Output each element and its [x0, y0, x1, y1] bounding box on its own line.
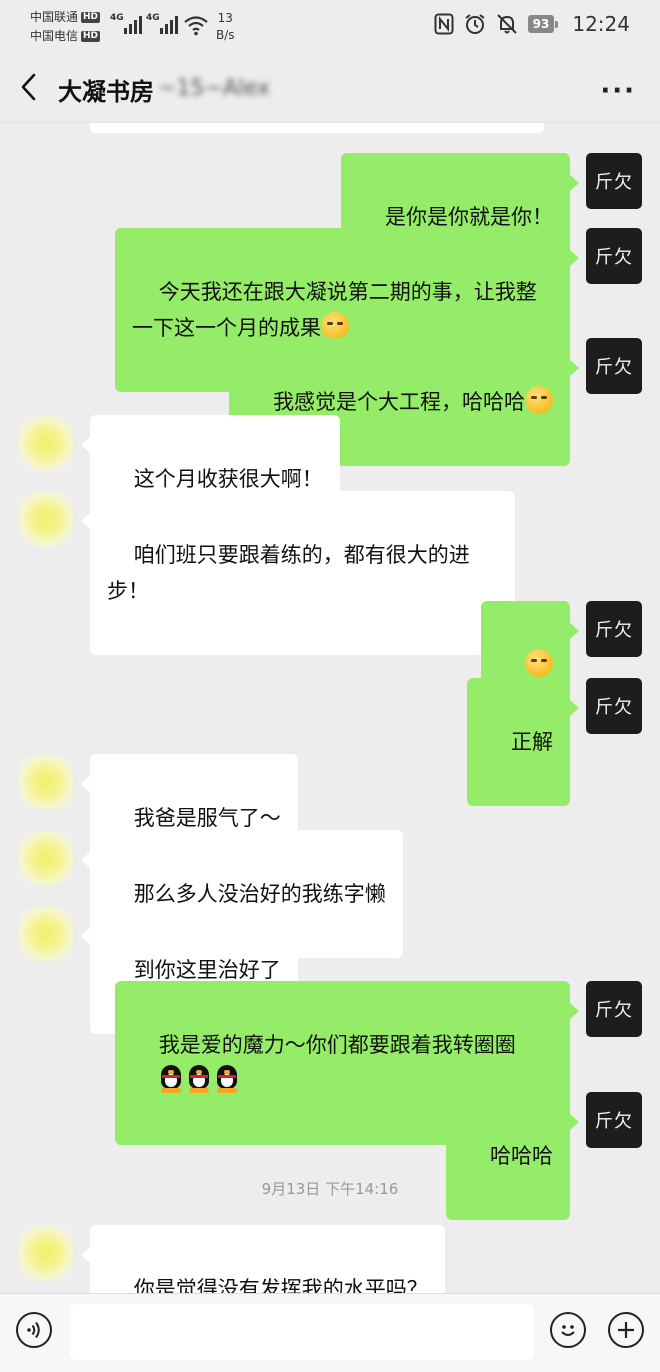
net-speed: 13 B/s — [216, 10, 235, 44]
emoji-button[interactable] — [550, 1312, 586, 1348]
signal-bars-1-icon — [124, 14, 142, 34]
net-speed-unit: B/s — [216, 28, 235, 42]
voice-icon — [27, 1321, 40, 1339]
penguin-icon — [159, 1065, 183, 1093]
message-input[interactable] — [70, 1304, 534, 1360]
battery-level: 93 — [527, 15, 559, 33]
back-arrow-icon[interactable] — [18, 72, 40, 102]
message-text: 咱们班只要跟着练的，都有很大的进步！ — [107, 543, 470, 603]
my-avatar[interactable]: 斤欠 — [586, 981, 642, 1037]
my-avatar-text: 斤欠 — [595, 247, 633, 268]
nfc-icon — [434, 13, 454, 35]
smirk-face-icon — [525, 649, 553, 677]
message-list[interactable]: 是你是你就是你！ 斤欠 今天我还在跟大凝说第二期的事，让我整一下这一个月的成果 … — [0, 123, 660, 1293]
message-bubble-sent[interactable]: 正解 — [467, 678, 579, 806]
my-avatar[interactable]: 斤欠 — [586, 153, 642, 209]
net-speed-value: 13 — [217, 11, 233, 25]
my-avatar-text: 斤欠 — [595, 697, 633, 718]
clock: 12:24 — [572, 12, 630, 36]
mute-bell-icon — [496, 14, 517, 34]
hd-badge-1: HD — [81, 12, 101, 23]
my-avatar-text: 斤欠 — [595, 620, 633, 641]
contact-avatar-blurred[interactable] — [18, 754, 74, 810]
message-text: 我感觉是个大工程，哈哈哈 — [273, 390, 525, 414]
hd-badge-2: HD — [81, 31, 101, 42]
my-avatar[interactable]: 斤欠 — [586, 338, 642, 394]
add-more-button[interactable] — [608, 1312, 644, 1348]
thinking-face-icon — [321, 312, 349, 340]
penguin-icon — [215, 1065, 239, 1093]
contact-avatar-blurred[interactable] — [18, 906, 74, 962]
message-bubble-received[interactable]: 你是觉得没有发挥我的水平吗？ — [81, 1225, 445, 1293]
contact-avatar-blurred[interactable] — [18, 830, 74, 886]
status-right: 93 12:24 — [434, 12, 630, 36]
my-avatar-text: 斤欠 — [595, 1111, 633, 1132]
my-avatar-text: 斤欠 — [595, 357, 633, 378]
message-text: 哈哈哈 — [490, 1144, 553, 1168]
contact-avatar-blurred[interactable] — [18, 415, 74, 471]
signal-bars-2-icon — [160, 14, 178, 34]
plus-icon — [618, 1322, 634, 1338]
more-options-button[interactable]: ··· — [600, 76, 636, 106]
message-text: 这个月收获很大啊！ — [133, 467, 323, 491]
alarm-icon — [465, 14, 485, 34]
message-text: 我爸是服气了～ — [133, 806, 281, 830]
carrier-1: 中国联通 — [30, 10, 79, 24]
message-text: 你是觉得没有发挥我的水平吗？ — [133, 1277, 428, 1293]
message-text: 到你这里治好了 — [133, 958, 281, 982]
message-text: 正解 — [511, 730, 553, 754]
contact-avatar-blurred[interactable] — [18, 491, 74, 547]
chat-header: 大凝书房 ~15~Alex ··· — [0, 52, 660, 123]
input-bar — [0, 1293, 660, 1372]
message-text: 我是爱的魔力～你们都要跟着我转圈圈 — [158, 1033, 516, 1057]
laughing-tears-face-icon — [525, 386, 553, 414]
chat-title: 大凝书房 — [58, 78, 154, 106]
chat-title-suffix-blurred: ~15~Alex — [158, 76, 271, 101]
partial-message-bubble — [90, 123, 544, 133]
message-text: 是你是你就是你！ — [385, 205, 553, 229]
message-bubble-received[interactable]: 咱们班只要跟着练的，都有很大的进步！ — [81, 491, 515, 655]
my-avatar[interactable]: 斤欠 — [586, 601, 642, 657]
message-text: 那么多人没治好的我练字懒 — [133, 882, 386, 906]
message-timestamp: 9月13日 下午14:16 — [261, 1180, 399, 1198]
penguin-icon — [187, 1065, 211, 1093]
carrier-info: 中国联通 HD 中国电信 HD — [30, 8, 101, 46]
my-avatar[interactable]: 斤欠 — [586, 228, 642, 284]
my-avatar-text: 斤欠 — [595, 1000, 633, 1021]
carrier-2: 中国电信 — [30, 29, 79, 43]
my-avatar[interactable]: 斤欠 — [586, 678, 642, 734]
status-bar: 中国联通 HD 中国电信 HD 4G 4G 13 B/s 93 12:24 — [0, 0, 660, 52]
my-avatar[interactable]: 斤欠 — [586, 1092, 642, 1148]
network-type-1: 4G — [110, 13, 124, 23]
my-avatar-text: 斤欠 — [595, 172, 633, 193]
contact-avatar-blurred[interactable] — [18, 1225, 74, 1281]
wifi-icon — [184, 16, 208, 36]
message-bubble-sent[interactable]: 哈哈哈 — [446, 1092, 579, 1220]
network-type-2: 4G — [146, 13, 160, 23]
voice-input-button[interactable] — [16, 1312, 52, 1348]
emoji-icon — [561, 1325, 575, 1336]
